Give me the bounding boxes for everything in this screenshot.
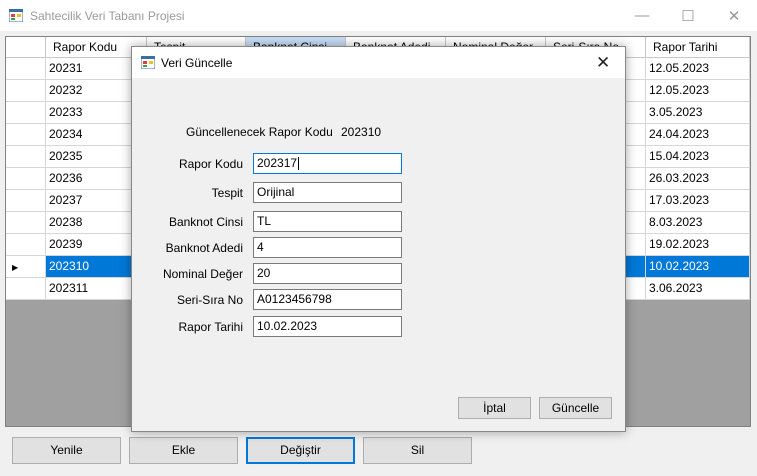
- main-title-bar: Sahtecilik Veri Tabanı Projesi — ☐ ✕: [0, 0, 757, 31]
- dialog-close-icon[interactable]: ✕: [596, 53, 610, 73]
- minimize-button[interactable]: —: [619, 0, 665, 31]
- text-cursor: [298, 157, 300, 171]
- table-cell[interactable]: 15.04.2023: [646, 146, 750, 168]
- row-header[interactable]: [6, 124, 46, 146]
- table-cell[interactable]: 19.02.2023: [646, 234, 750, 256]
- table-cell[interactable]: 26.03.2023: [646, 168, 750, 190]
- tespit-field[interactable]: Orijinal: [253, 182, 402, 203]
- table-cell[interactable]: 3.06.2023: [646, 278, 750, 300]
- table-cell[interactable]: 12.05.2023: [646, 80, 750, 102]
- close-icon: ✕: [727, 7, 741, 25]
- table-cell[interactable]: 17.03.2023: [646, 190, 750, 212]
- row-header[interactable]: [6, 212, 46, 234]
- table-cell[interactable]: 24.04.2023: [646, 124, 750, 146]
- column-header-rapor-tarihi[interactable]: Rapor Tarihi: [646, 37, 750, 58]
- app-title: Sahtecilik Veri Tabanı Projesi: [30, 9, 185, 23]
- banknot-cinsi-field[interactable]: TL: [253, 211, 402, 232]
- row-header[interactable]: [6, 190, 46, 212]
- nominal-deger-field[interactable]: 20: [253, 263, 402, 284]
- row-header[interactable]: [6, 168, 46, 190]
- tespit-label: Tespit: [211, 186, 243, 200]
- maximize-icon: ☐: [681, 7, 695, 25]
- dialog-title: Veri Güncelle: [161, 56, 233, 70]
- row-header[interactable]: [6, 80, 46, 102]
- ekle-button[interactable]: Ekle: [129, 437, 238, 464]
- veri-guncelle-dialog: Veri Güncelle ✕ Güncellenecek Rapor Kodu…: [131, 46, 626, 432]
- seri-sira-no-field[interactable]: A0123456798: [253, 289, 402, 310]
- table-cell[interactable]: 3.05.2023: [646, 102, 750, 124]
- dialog-form-icon: [141, 56, 155, 69]
- row-pointer-icon: ▶: [12, 263, 19, 272]
- row-header[interactable]: ▶: [6, 256, 46, 278]
- maximize-button[interactable]: ☐: [665, 0, 711, 31]
- table-cell[interactable]: 12.05.2023: [646, 58, 750, 80]
- minimize-icon: —: [634, 7, 650, 24]
- banknot-adedi-field[interactable]: 4: [253, 237, 402, 258]
- close-button[interactable]: ✕: [711, 0, 757, 31]
- row-header[interactable]: [6, 278, 46, 300]
- seri-sira-no-label: Seri-Sıra No: [176, 293, 243, 307]
- row-header[interactable]: [6, 146, 46, 168]
- target-code-label: Güncellenecek Rapor Kodu: [186, 125, 333, 139]
- app-form-icon: [9, 9, 23, 22]
- banknot-cinsi-label: Banknot Cinsi: [168, 215, 243, 229]
- degistir-button[interactable]: Değiştir: [246, 437, 355, 464]
- target-code-value: 202310: [341, 125, 382, 139]
- table-cell[interactable]: 8.03.2023: [646, 212, 750, 234]
- sil-button[interactable]: Sil: [363, 437, 472, 464]
- rapor-kodu-label: Rapor Kodu: [178, 157, 243, 171]
- row-header[interactable]: [6, 102, 46, 124]
- banknot-adedi-label: Banknot Adedi: [165, 241, 243, 255]
- rapor-kodu-field[interactable]: 202317: [253, 153, 402, 174]
- grid-corner-header[interactable]: [6, 37, 46, 58]
- row-header[interactable]: [6, 234, 46, 256]
- yenile-button[interactable]: Yenile: [12, 437, 121, 464]
- guncelle-button[interactable]: Güncelle: [539, 397, 612, 419]
- dialog-title-bar: Veri Güncelle ✕: [132, 47, 625, 78]
- rapor-tarihi-field[interactable]: 10.02.2023: [253, 316, 402, 337]
- rapor-tarihi-label: Rapor Tarihi: [178, 320, 243, 334]
- row-header[interactable]: [6, 58, 46, 80]
- iptal-button[interactable]: İptal: [458, 397, 531, 419]
- table-cell[interactable]: 10.02.2023: [646, 256, 750, 278]
- nominal-deger-label: Nominal Değer: [162, 267, 243, 281]
